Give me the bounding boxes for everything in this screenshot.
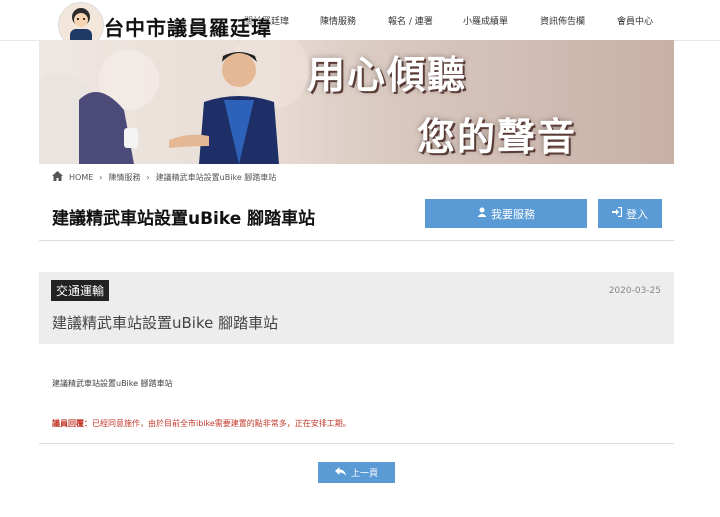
article-header-card: 交通運輸 2020-03-25 建議精武車站設置uBike 腳踏車站	[39, 272, 674, 344]
banner-line-1: 用心傾聽	[307, 53, 468, 97]
sign-in-icon	[612, 206, 623, 220]
article-date: 2020-03-25	[608, 286, 661, 296]
breadcrumb-section[interactable]: 陳情服務	[108, 172, 140, 183]
nav-item-member[interactable]: 會員中心	[617, 14, 653, 27]
breadcrumb-home[interactable]: HOME	[69, 173, 93, 182]
site-title: 台中市議員羅廷瑋	[104, 16, 272, 40]
reply-label: 議員回覆：	[52, 419, 92, 428]
nav-item-signup[interactable]: 報名 / 連署	[388, 14, 433, 27]
reply-arrow-icon	[334, 466, 346, 479]
login-button-label: 登入	[626, 207, 648, 221]
nav-item-bulletin[interactable]: 資訊佈告欄	[540, 14, 585, 27]
page-title: 建議精武車站設置uBike 腳踏車站	[52, 209, 316, 229]
article-title: 建議精武車站設置uBike 腳踏車站	[52, 314, 279, 332]
article-body: 建議精武車站設置uBike 腳踏車站	[52, 379, 173, 388]
back-button-label: 上一頁	[350, 469, 378, 479]
category-tag: 交通運輸	[51, 280, 110, 301]
hero-banner: 用心傾聽 您的聲音	[39, 40, 674, 164]
back-button[interactable]: 上一頁	[318, 462, 395, 483]
breadcrumb: HOME › 陳情服務 › 建議精武車站設置uBike 腳踏車站	[52, 171, 276, 183]
service-button[interactable]: 我要服務	[425, 199, 587, 228]
home-icon[interactable]	[52, 171, 63, 183]
councilor-reply: 議員回覆：已經同意施作，由於目前全市ibike需要建置的點非常多，正在安排工期。	[52, 418, 351, 429]
banner-line-2: 您的聲音	[417, 115, 578, 159]
login-button[interactable]: 登入	[598, 199, 662, 228]
reply-text: 已經同意施作，由於目前全市ibike需要建置的點非常多，正在安排工期。	[92, 419, 351, 428]
service-button-label: 我要服務	[491, 207, 535, 221]
nav-item-petition[interactable]: 陳情服務	[320, 14, 356, 27]
nav-item-report-card[interactable]: 小羅成績單	[463, 14, 508, 27]
user-icon	[477, 207, 487, 220]
divider	[39, 240, 674, 241]
chevron-right-icon: ›	[146, 172, 150, 182]
divider	[39, 443, 674, 444]
breadcrumb-current: 建議精武車站設置uBike 腳踏車站	[155, 172, 277, 182]
site-logo[interactable]: 台中市議員羅廷瑋	[58, 2, 298, 48]
chevron-right-icon: ›	[99, 172, 103, 182]
